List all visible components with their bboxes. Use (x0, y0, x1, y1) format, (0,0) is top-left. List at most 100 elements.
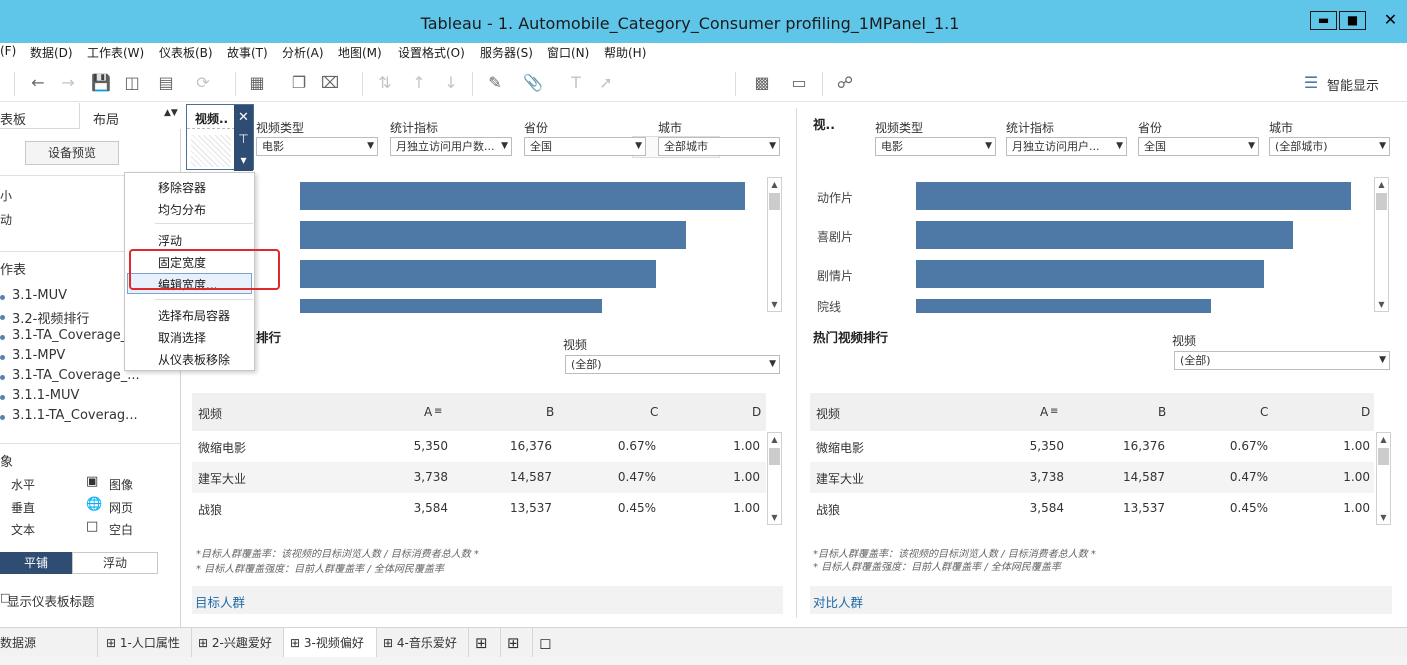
column-header[interactable]: B (1158, 405, 1166, 419)
scroll-down-icon[interactable]: ▼ (1375, 298, 1388, 311)
object-image[interactable]: 图像 (109, 476, 133, 493)
scrollbar[interactable]: ▲ ▼ (767, 432, 782, 525)
filter-video-type[interactable]: 电影 ▼ (875, 137, 996, 156)
table-row[interactable]: 微缩电影 5,350 16,376 0.67% 1.00 (192, 431, 766, 462)
swap-icon[interactable]: ⇅ (374, 72, 396, 94)
menu-floating[interactable]: 浮动 (158, 232, 182, 249)
object-horizontal[interactable]: 水平 (11, 476, 35, 493)
scroll-up-icon[interactable]: ▲ (768, 178, 781, 191)
object-webpage[interactable]: 网页 (109, 499, 133, 516)
new-dashboard-tab-icon[interactable]: ⊞ (501, 628, 533, 658)
close-window-button[interactable]: ✕ (1374, 11, 1407, 30)
new-datasource-icon[interactable]: ◫ (121, 72, 143, 94)
column-header[interactable]: 视频 (198, 405, 222, 422)
scroll-up-icon[interactable]: ▲ (1377, 433, 1390, 446)
column-header[interactable]: C (650, 405, 658, 419)
menu-window[interactable]: 窗口(N) (547, 44, 589, 61)
tab-sheet-4[interactable]: ⊞ 4-音乐爱好 (377, 628, 469, 658)
bar[interactable] (300, 260, 656, 288)
filter-metric[interactable]: 月独立访问用户数... ▼ (390, 137, 512, 156)
presentation-icon[interactable]: ▭ (788, 72, 810, 94)
floating-toggle[interactable]: 浮动 (72, 552, 158, 574)
object-blank[interactable]: 空白 (109, 521, 133, 538)
table-row[interactable]: 微缩电影 5,350 16,376 0.67% 1.00 (810, 431, 1374, 462)
table-row[interactable]: 战狼 3,584 13,537 0.45% 1.00 (192, 493, 766, 524)
tab-sheet-2[interactable]: ⊞ 2-兴趣爱好 (192, 628, 284, 658)
label-icon[interactable]: T (565, 72, 587, 94)
menu-story[interactable]: 故事(T) (227, 44, 268, 61)
share-icon[interactable]: ☍ (834, 72, 856, 94)
scroll-up-icon[interactable]: ▲ (768, 433, 781, 446)
pin-container-icon[interactable]: ⊤ (234, 132, 253, 146)
back-icon[interactable]: ← (28, 72, 48, 94)
tab-dashboard[interactable]: 表板 (0, 109, 26, 128)
scrollbar[interactable]: ▲ ▼ (767, 177, 782, 312)
menu-file[interactable]: (F) (0, 44, 16, 58)
show-me-label[interactable]: 智能显示 (1327, 75, 1379, 94)
bar[interactable] (300, 299, 602, 313)
table-row[interactable]: 建军大业 3,738 14,587 0.47% 1.00 (192, 462, 766, 493)
tab-layout[interactable]: 布局 ▲▼ (79, 103, 181, 129)
menu-server[interactable]: 服务器(S) (480, 44, 533, 61)
highlight-icon[interactable]: ✎ (484, 72, 506, 94)
scrollbar[interactable]: ▲ ▼ (1376, 432, 1391, 525)
column-header[interactable]: 视频 (816, 405, 840, 422)
device-preview-button[interactable]: 设备预览 (25, 141, 119, 165)
bar[interactable] (916, 182, 1351, 210)
scroll-down-icon[interactable]: ▼ (768, 298, 781, 311)
sheet-item[interactable]: 3.2-视频排行 (0, 308, 89, 327)
group-icon[interactable]: 📎 (522, 72, 544, 94)
duplicate-icon[interactable]: ❐ (288, 72, 310, 94)
column-header[interactable]: D (752, 405, 761, 419)
filter-city[interactable]: (全部城市) ▼ (1269, 137, 1390, 156)
scroll-down-icon[interactable]: ▼ (1377, 511, 1390, 524)
column-header[interactable]: B (546, 405, 554, 419)
sheet-item[interactable]: 3.1.1-TA_Coverag... (0, 408, 138, 423)
sort-icon[interactable]: ≡ (434, 406, 442, 417)
forward-icon[interactable]: → (58, 72, 78, 94)
scroll-thumb[interactable] (769, 193, 780, 210)
column-header[interactable]: C (1260, 405, 1268, 419)
scroll-thumb[interactable] (1378, 448, 1389, 465)
remove-icon[interactable]: ✕ (234, 110, 253, 125)
scroll-thumb[interactable] (1376, 193, 1387, 210)
maximize-button[interactable]: ■ (1339, 11, 1366, 30)
tab-datasource[interactable]: 数据源 (0, 628, 98, 658)
bar[interactable] (916, 260, 1264, 288)
filter-video-type[interactable]: 电影 ▼ (256, 137, 378, 156)
menu-format[interactable]: 设置格式(O) (398, 44, 465, 61)
table-row[interactable]: 建军大业 3,738 14,587 0.47% 1.00 (810, 462, 1374, 493)
filter-province[interactable]: 全国 ▼ (524, 137, 646, 156)
filter-province[interactable]: 全国 ▼ (1138, 137, 1259, 156)
refresh-icon[interactable]: ⟳ (192, 72, 214, 94)
menu-dashboard[interactable]: 仪表板(B) (159, 44, 213, 61)
bar[interactable] (300, 182, 745, 210)
video-filter[interactable]: (全部) ▼ (565, 355, 780, 374)
object-text[interactable]: 文本 (11, 521, 35, 538)
new-worksheet-tab-icon[interactable]: ⊞ (469, 628, 501, 658)
menu-data[interactable]: 数据(D) (30, 44, 73, 61)
filter-metric[interactable]: 月独立访问用户... ▼ (1006, 137, 1127, 156)
bar[interactable] (916, 299, 1211, 313)
menu-map[interactable]: 地图(M) (338, 44, 382, 61)
filter-city[interactable]: 全部城市 ▼ (658, 137, 780, 156)
column-header[interactable]: D (1361, 405, 1370, 419)
menu-analysis[interactable]: 分析(A) (282, 44, 324, 61)
scrollbar[interactable]: ▲ ▼ (1374, 177, 1389, 312)
menu-help[interactable]: 帮助(H) (604, 44, 646, 61)
sheet-item[interactable]: 3.1-MPV (0, 348, 65, 363)
sort-icon[interactable]: ≡ (1050, 406, 1058, 417)
new-story-tab-icon[interactable]: ◻ (533, 628, 565, 658)
menu-remove-from-dashboard[interactable]: 从仪表板移除 (158, 351, 230, 368)
size-value[interactable]: 动 (0, 211, 12, 228)
clear-sheet-icon[interactable]: ⌧ (319, 72, 341, 94)
pin-icon[interactable]: ➚ (595, 72, 617, 94)
sheet-item[interactable]: 3.1.1-MUV (0, 388, 79, 403)
scroll-up-icon[interactable]: ▲ (1375, 178, 1388, 191)
video-filter[interactable]: (全部) ▼ (1174, 351, 1390, 370)
pause-update-icon[interactable]: ▤ (155, 72, 177, 94)
tab-sheet-1[interactable]: ⊞ 1-人口属性 (100, 628, 192, 658)
scroll-thumb[interactable] (769, 448, 780, 465)
minimize-button[interactable]: ▬ (1310, 11, 1337, 30)
tiled-toggle[interactable]: 平铺 (0, 552, 72, 574)
